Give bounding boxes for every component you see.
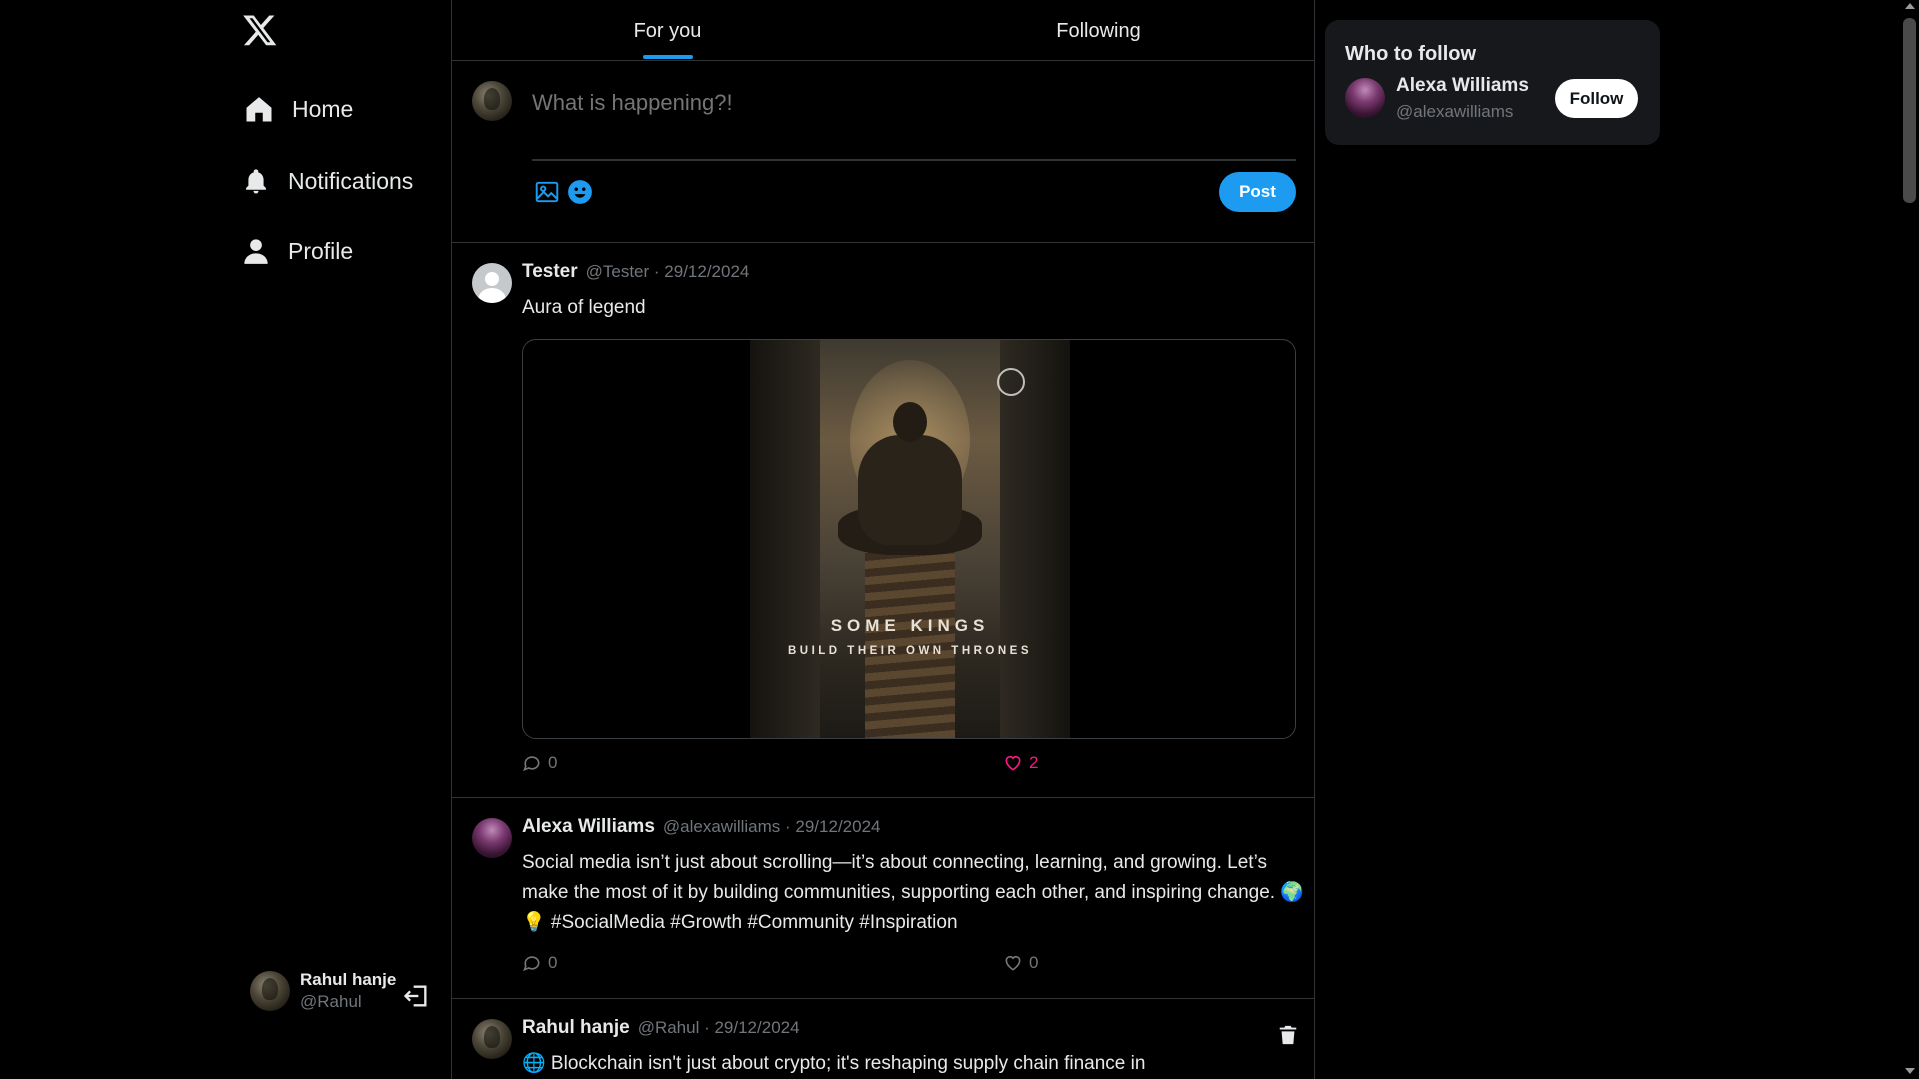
avatar	[250, 971, 290, 1011]
compose-input[interactable]	[532, 83, 1297, 123]
tweet-header: Rahul hanje @Rahul · 29/12/2024	[522, 1017, 800, 1039]
suggested-user-name[interactable]: Alexa Williams	[1396, 75, 1529, 97]
tweet-header: Tester @Tester · 29/12/2024	[522, 261, 749, 283]
bell-icon	[246, 169, 266, 194]
watermark-icon	[997, 368, 1025, 396]
page-scrollbar[interactable]	[1900, 0, 1919, 1079]
tweet-meta: @alexawilliams · 29/12/2024	[662, 817, 881, 836]
scroll-down-arrow-icon[interactable]	[1905, 1068, 1915, 1074]
comment-count: 0	[548, 753, 558, 772]
avatar[interactable]	[472, 818, 512, 858]
tweet-media[interactable]: SOME KINGS BUILD THEIR OWN THRONES	[522, 339, 1296, 739]
tweet-meta: @Tester · 29/12/2024	[585, 262, 750, 281]
trash-icon[interactable]	[1277, 1023, 1299, 1047]
tweet-author[interactable]: Rahul hanje	[522, 1017, 630, 1039]
tweet-actions: 0 0	[522, 953, 1304, 973]
media-image: SOME KINGS BUILD THEIR OWN THRONES	[750, 340, 1070, 738]
account-info: Rahul hanje @Rahul	[300, 970, 396, 1012]
like-count: 0	[1029, 953, 1039, 972]
media-subtitle: BUILD THEIR OWN THRONES	[787, 645, 1033, 657]
comment-icon	[523, 956, 540, 972]
nav-home-label: Home	[292, 95, 354, 122]
tweet-author[interactable]: Tester	[522, 261, 578, 283]
account-switcher[interactable]: Rahul hanje @Rahul	[250, 970, 396, 1012]
tweet-meta: @Rahul · 29/12/2024	[637, 1018, 800, 1037]
account-handle: @Rahul	[300, 992, 362, 1011]
comment-button[interactable]: 0	[522, 753, 557, 773]
post-composer: Post	[452, 61, 1314, 243]
post-button[interactable]: Post	[1219, 172, 1296, 212]
comment-icon	[523, 756, 540, 772]
like-button[interactable]: 2	[1003, 753, 1038, 773]
who-to-follow-title: Who to follow	[1345, 43, 1477, 65]
tweet[interactable]: Alexa Williams @alexawilliams · 29/12/20…	[452, 798, 1314, 999]
image-icon[interactable]	[534, 179, 560, 205]
nav-profile-label: Profile	[288, 237, 354, 264]
active-tab-indicator	[643, 55, 693, 59]
tweet-actions: 0 2	[522, 753, 1304, 773]
divider	[532, 159, 1296, 161]
tweet-header: Alexa Williams @alexawilliams · 29/12/20…	[522, 816, 880, 838]
tweet-text: Social media isn’t just about scrolling—…	[522, 852, 1304, 933]
comment-count: 0	[548, 953, 558, 972]
follow-button[interactable]: Follow	[1555, 79, 1638, 118]
tab-for-you[interactable]: For you	[452, 0, 883, 60]
home-icon	[246, 97, 272, 122]
tweet-text: 🌐 Blockchain isn't just about crypto; it…	[522, 1053, 1146, 1074]
tweet[interactable]: Rahul hanje @Rahul · 29/12/2024 🌐 Blockc…	[452, 999, 1314, 1079]
tab-following[interactable]: Following	[883, 0, 1314, 60]
comment-button[interactable]: 0	[522, 953, 557, 973]
logout-icon[interactable]	[402, 982, 430, 1010]
scroll-up-arrow-icon[interactable]	[1905, 3, 1915, 9]
main-feed: For you Following Post	[451, 0, 1315, 1079]
media-title: SOME KINGS	[830, 616, 990, 635]
scroll-thumb[interactable]	[1903, 18, 1916, 203]
avatar	[472, 81, 512, 121]
account-name: Rahul hanje	[300, 970, 397, 989]
left-sidebar: Home Notifications Profile Rahul hanje @…	[0, 0, 451, 1079]
like-button[interactable]: 0	[1003, 953, 1038, 973]
nav-notifications[interactable]: Notifications	[242, 166, 413, 196]
tweet-text: Aura of legend	[522, 297, 646, 318]
suggested-user-handle: @alexawilliams	[1396, 102, 1514, 121]
tweet[interactable]: Tester @Tester · 29/12/2024 Aura of lege…	[452, 243, 1314, 798]
app-root: Home Notifications Profile Rahul hanje @…	[0, 0, 1919, 1079]
heart-icon	[1005, 955, 1021, 971]
avatar[interactable]	[472, 1019, 512, 1059]
emoji-icon[interactable]	[567, 179, 593, 205]
tweet-author[interactable]: Alexa Williams	[522, 816, 655, 838]
avatar[interactable]	[472, 263, 512, 303]
nav-notifications-label: Notifications	[288, 167, 414, 194]
nav-home[interactable]: Home	[244, 94, 353, 124]
like-count: 2	[1029, 753, 1039, 772]
person-icon	[244, 239, 268, 264]
nav-profile[interactable]: Profile	[242, 236, 353, 266]
who-to-follow-card: Who to follow Alexa Williams @alexawilli…	[1325, 20, 1660, 145]
feed-tabs: For you Following	[452, 0, 1314, 61]
avatar[interactable]	[1345, 78, 1385, 118]
heart-icon	[1005, 755, 1021, 771]
x-logo-icon[interactable]	[241, 12, 279, 48]
